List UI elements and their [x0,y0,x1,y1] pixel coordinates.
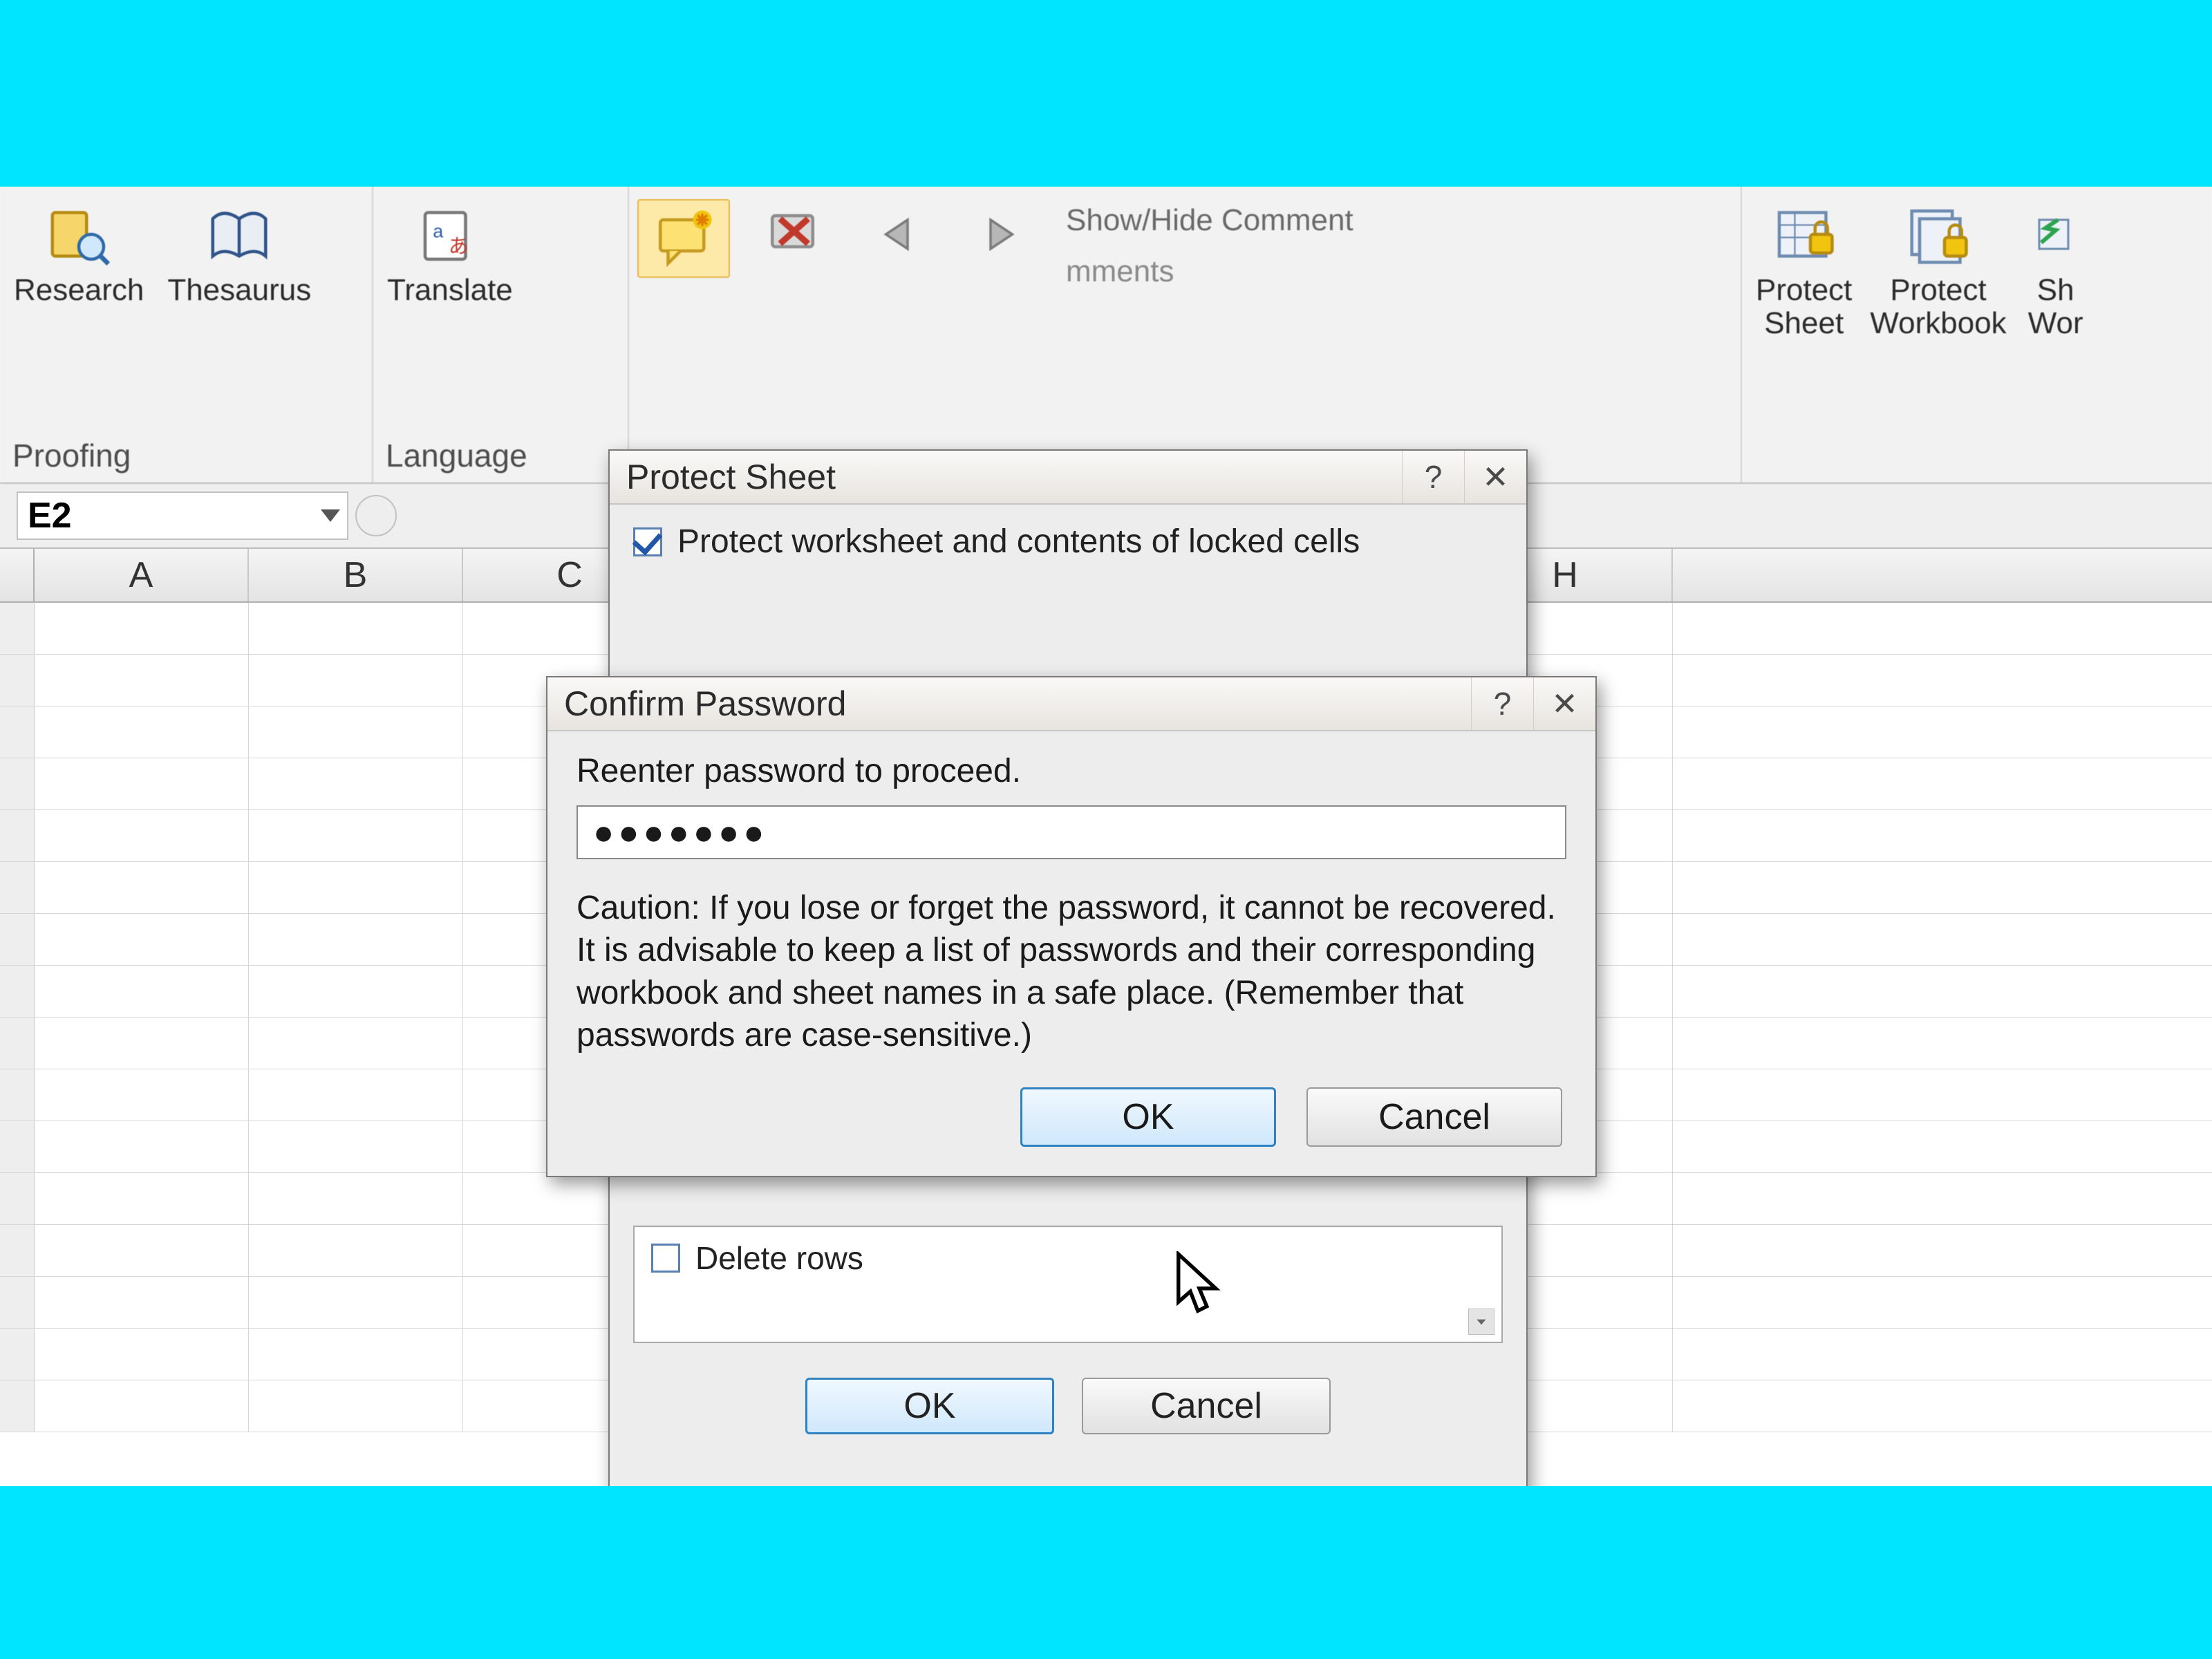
delete-rows-label: Delete rows [695,1239,863,1277]
help-button[interactable]: ? [1402,451,1464,503]
protect-sheet-title: Protect Sheet [626,457,836,497]
col-header[interactable]: A [35,549,249,601]
password-value: ●●●●●●● [593,812,768,852]
confirm-cancel-button[interactable]: Cancel [1306,1087,1562,1147]
show-all-comments-button-partial[interactable]: mments [1066,254,1353,289]
new-comment-icon [653,207,715,270]
group-label-proofing: Proofing [0,437,372,474]
name-box-dropdown-icon[interactable] [321,509,340,522]
thesaurus-label: Thesaurus [167,274,311,307]
translate-label: Translate [387,274,513,307]
select-all-corner[interactable] [0,549,35,601]
help-icon: ? [1494,685,1512,722]
research-icon [48,203,110,265]
protect-contents-label: Protect worksheet and contents of locked… [677,523,1360,561]
name-box[interactable]: E2 [17,491,348,540]
show-hide-comment-button[interactable]: Show/Hide Comment [1066,203,1353,238]
delete-comment-button[interactable] [759,199,832,270]
confirm-password-prompt: Reenter password to proceed. [577,752,1566,790]
col-header[interactable]: B [249,549,463,601]
arrow-left-icon [867,203,929,265]
group-label-language: Language [373,437,628,474]
protect-sheet-icon [1773,203,1835,265]
delete-rows-checkbox[interactable] [651,1244,680,1273]
confirm-password-input[interactable]: ●●●●●●● [577,805,1566,859]
insert-function-button[interactable] [355,495,397,536]
confirm-ok-button[interactable]: OK [1020,1087,1276,1147]
ribbon-group-changes: Protect Sheet Protect Workbook Sh Wor [1742,187,2212,482]
ribbon-group-comments: Show/Hide Comment mments [629,187,1742,482]
listbox-scroll-down-icon[interactable] [1468,1309,1494,1335]
research-label: Research [14,274,144,307]
protect-contents-checkbox[interactable] [633,527,662,556]
protect-workbook-button[interactable]: Protect Workbook [1864,199,2012,345]
research-button[interactable]: Research [8,199,149,311]
share-workbook-button-partial[interactable]: Sh Wor [2019,199,2092,345]
protect-workbook-label: Protect Workbook [1870,274,2006,341]
thesaurus-icon [208,203,270,265]
protect-cancel-button[interactable]: Cancel [1082,1378,1331,1434]
new-comment-button[interactable] [637,199,730,278]
close-button[interactable]: ✕ [1464,451,1526,503]
confirm-password-titlebar[interactable]: Confirm Password ? ✕ [547,677,1595,731]
thesaurus-button[interactable]: Thesaurus [162,199,317,311]
protect-workbook-icon [1907,203,1969,265]
delete-comment-icon [765,203,827,265]
next-comment-button[interactable] [964,199,1037,270]
allow-users-listbox[interactable]: Delete rows [633,1226,1503,1343]
protect-ok-button[interactable]: OK [805,1378,1054,1434]
help-button[interactable]: ? [1471,677,1533,730]
ribbon-group-proofing: Research Thesaurus Proofing [0,187,373,482]
translate-button[interactable]: aあ Translate [382,199,518,311]
svg-text:あ: あ [449,236,469,258]
confirm-password-dialog: Confirm Password ? ✕ Reenter password to… [546,676,1597,1177]
share-workbook-label: Sh Wor [2028,274,2083,341]
password-caution-text: Caution: If you lose or forget the passw… [577,887,1566,1057]
previous-comment-button[interactable] [861,199,935,270]
close-button[interactable]: ✕ [1533,677,1595,730]
translate-icon: aあ [419,203,481,265]
protect-sheet-button[interactable]: Protect Sheet [1750,199,1857,345]
protect-sheet-label: Protect Sheet [1756,274,1852,341]
share-workbook-icon [2025,203,2087,265]
svg-text:a: a [433,221,444,242]
protect-sheet-titlebar[interactable]: Protect Sheet ? ✕ [610,451,1526,505]
name-box-value: E2 [28,495,72,536]
ribbon: Research Thesaurus Proofing aあ [0,187,2212,484]
confirm-password-title: Confirm Password [564,684,846,724]
ribbon-group-language: aあ Translate Language [373,187,629,482]
close-icon: ✕ [1482,458,1509,496]
arrow-right-icon [969,203,1031,265]
help-icon: ? [1425,458,1443,496]
close-icon: ✕ [1551,685,1578,722]
